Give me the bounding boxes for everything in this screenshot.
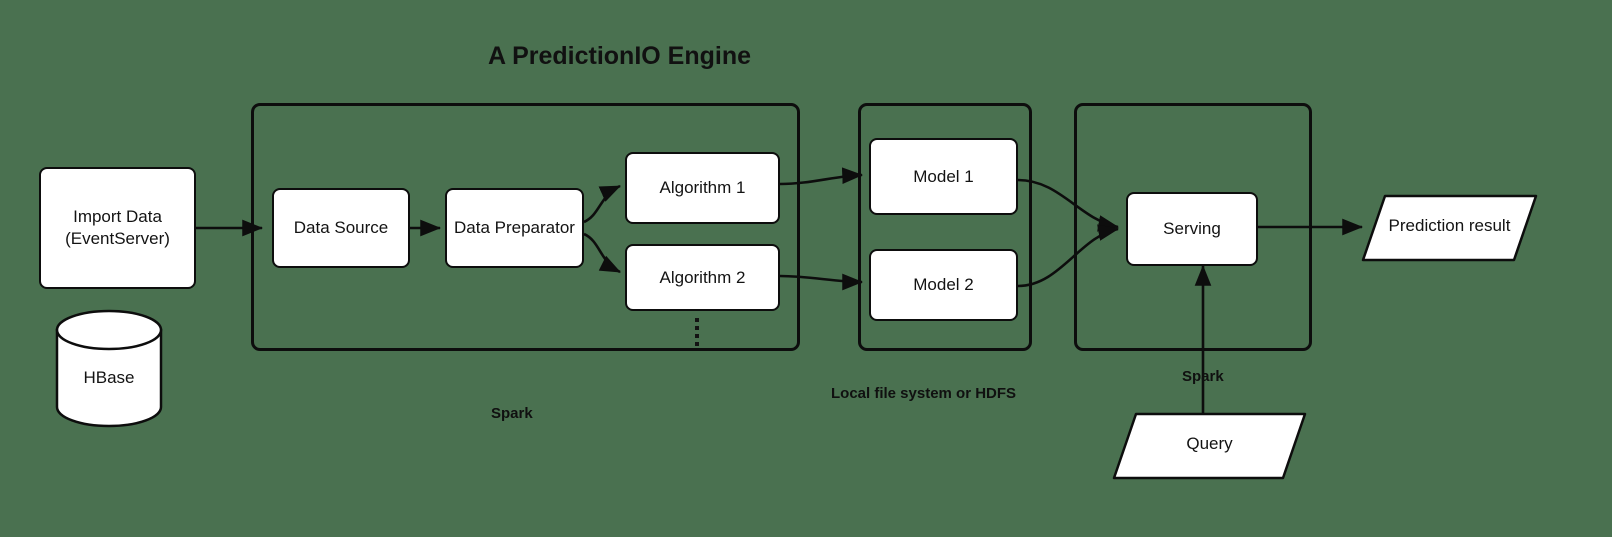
model-2-node[interactable]: Model 2	[869, 249, 1018, 321]
serving-spark-caption: Spark	[1182, 368, 1224, 385]
import-data-node[interactable]: Import Data (EventServer)	[39, 167, 196, 289]
data-source-node[interactable]: Data Source	[272, 188, 410, 268]
serving-node[interactable]: Serving	[1126, 192, 1258, 266]
query-label: Query	[1186, 434, 1233, 453]
import-data-label-line1: Import Data	[73, 207, 162, 227]
storage-caption: Local file system or HDFS	[831, 385, 1017, 402]
connector-layer	[55, 167, 1538, 480]
edge-algorithm2-to-model2	[779, 273, 864, 291]
prediction-result-label: Prediction result	[1388, 216, 1511, 235]
edge-algorithm1-to-model1	[779, 167, 864, 186]
diagram-canvas: A PredictionIO Engine Import Data (Event…	[0, 0, 1612, 537]
import-data-label-line2: (EventServer)	[65, 229, 170, 248]
edge-preparator-to-algorithm2	[583, 232, 621, 274]
edge-model1-to-serving	[1017, 178, 1120, 232]
algorithm-1-node[interactable]: Algorithm 1	[625, 152, 780, 224]
algorithm-2-node[interactable]: Algorithm 2	[625, 244, 780, 311]
data-preparator-node[interactable]: Data Preparator	[445, 188, 584, 268]
model-1-node[interactable]: Model 1	[869, 138, 1018, 215]
edge-preparator-to-algorithm1	[583, 184, 621, 224]
engine-spark-caption: Spark	[491, 405, 533, 422]
algorithm-more-dots-icon	[695, 318, 699, 346]
edge-model2-to-serving	[1017, 224, 1120, 288]
hbase-label: HBase	[83, 368, 135, 387]
